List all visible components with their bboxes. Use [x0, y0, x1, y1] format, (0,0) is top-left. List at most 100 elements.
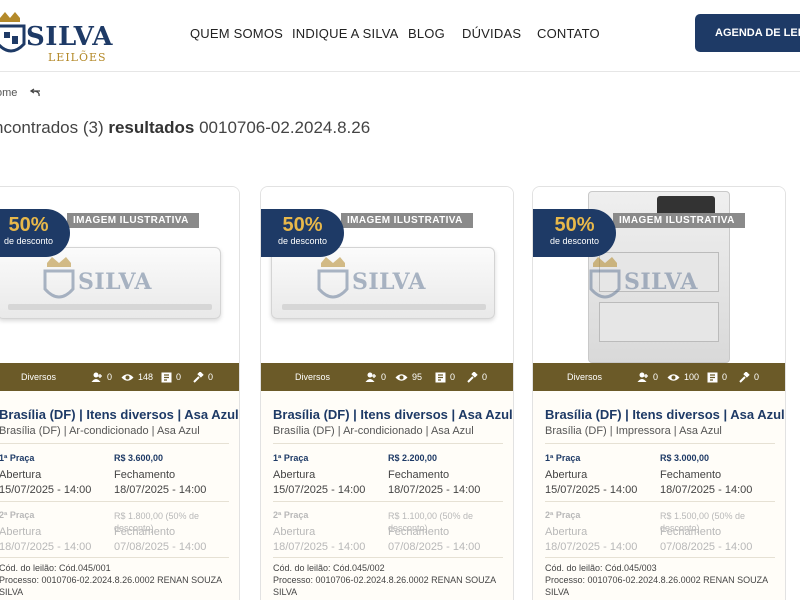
brand-name: SILVA — [26, 22, 113, 52]
results-label: resultados — [108, 118, 195, 137]
divider — [273, 501, 503, 502]
lot-card[interactable]: SILVA IMAGEM ILUSTRATIVA 50% de desconto… — [532, 186, 786, 600]
abertura-label: Abertura — [545, 469, 588, 481]
agenda-button[interactable]: AGENDA DE LEILÕES — [695, 14, 800, 52]
gavel-icon — [467, 371, 478, 383]
discount-label: de desconto — [277, 236, 328, 246]
results-count: ncontrados (3) — [0, 118, 104, 137]
lot-details: Brasília (DF) | Itens diversos | Asa Azu… — [0, 391, 239, 600]
lot-title[interactable]: Brasília (DF) | Itens diversos | Asa Azu… — [545, 407, 785, 422]
stat-bar: Diversos 0 95 0 0 — [261, 363, 513, 391]
eye-icon — [667, 373, 680, 381]
praca1-label: 1ª Praça — [545, 453, 581, 463]
divider — [0, 501, 229, 502]
lot-image[interactable]: SILVA IMAGEM ILUSTRATIVA 50% de desconto — [261, 187, 513, 363]
praca1-value: R$ 2.200,00 — [388, 453, 438, 463]
back-arrow-icon[interactable] — [29, 88, 41, 98]
fechamento2-date: 07/08/2025 - 14:00 — [114, 541, 207, 553]
lot-image[interactable]: SILVA IMAGEM ILUSTRATIVA 50% de desconto — [533, 187, 785, 363]
views-count: 148 — [138, 372, 154, 382]
lot-card[interactable]: SILVA IMAGEM ILUSTRATIVA 50% de desconto… — [0, 186, 240, 600]
divider — [0, 443, 229, 444]
fechamento2-label: Fechamento — [114, 526, 176, 538]
fechamento2-label: Fechamento — [660, 526, 722, 538]
lot-details: Brasília (DF) | Itens diversos | Asa Azu… — [261, 391, 513, 600]
discount-percent: 50% — [8, 214, 49, 236]
auction-code: Cód. do leilão: Cód.045/001 — [0, 563, 111, 573]
eye-icon — [121, 373, 134, 381]
lot-title[interactable]: Brasília (DF) | Itens diversos | Asa Azu… — [0, 407, 239, 422]
auction-code: Cód. do leilão: Cód.045/003 — [545, 563, 657, 573]
discount-badge: 50% de desconto — [261, 209, 344, 257]
lot-title[interactable]: Brasília (DF) | Itens diversos | Asa Azu… — [273, 407, 513, 422]
docs-stat: 0 — [161, 372, 181, 383]
brand-sub: LEILÕES — [48, 51, 107, 64]
watermark-shield-icon — [589, 257, 621, 299]
abertura2-label: Abertura — [273, 526, 316, 538]
praca1-value: R$ 3.000,00 — [660, 453, 710, 463]
nav-indique[interactable]: INDIQUE A SILVA — [292, 26, 399, 41]
results-heading: ncontrados (3) resultados 0010706-02.202… — [0, 118, 370, 138]
discount-badge: 50% de desconto — [533, 209, 616, 257]
docs-count: 0 — [176, 372, 182, 382]
process-number: Processo: 0010706-02.2024.8.26.0002 RENA… — [273, 575, 497, 585]
category-label: Diversos — [295, 372, 331, 382]
document-icon — [435, 372, 446, 382]
fechamento-date: 18/07/2025 - 14:00 — [114, 484, 207, 496]
views-count: 95 — [412, 372, 423, 382]
discount-label: de desconto — [3, 236, 54, 246]
praca2-label: 2ª Praça — [0, 510, 35, 520]
stat-bar: Diversos 0 148 0 0 — [0, 363, 239, 391]
hammer-count: 0 — [754, 372, 760, 382]
discount-percent: 50% — [282, 214, 323, 236]
fechamento-label: Fechamento — [114, 469, 176, 481]
lot-subtitle: Brasília (DF) | Impressora | Asa Azul — [545, 425, 722, 437]
gavel-icon — [193, 371, 204, 383]
image-banner: IMAGEM ILUSTRATIVA — [341, 213, 473, 228]
user-plus-icon — [365, 372, 376, 382]
nav-blog[interactable]: BLOG — [408, 26, 445, 41]
divider — [273, 557, 503, 558]
hammer-stat: 0 — [467, 371, 487, 383]
watermark-text: SILVA — [624, 269, 698, 295]
divider — [0, 557, 229, 558]
lot-subtitle: Brasília (DF) | Ar-condicionado | Asa Az… — [273, 425, 474, 437]
praca1-label: 1ª Praça — [273, 453, 309, 463]
lot-details: Brasília (DF) | Itens diversos | Asa Azu… — [533, 391, 785, 600]
discount-percent: 50% — [554, 214, 595, 236]
views-stat: 148 — [121, 372, 153, 382]
site-header: SILVA LEILÕES QUEM SOMOS INDIQUE A SILVA… — [0, 0, 800, 72]
hammer-stat: 0 — [193, 371, 213, 383]
watermark-shield-icon — [317, 257, 349, 299]
nav-contato[interactable]: CONTATO — [537, 26, 600, 41]
lot-card[interactable]: SILVA IMAGEM ILUSTRATIVA 50% de desconto… — [260, 186, 514, 600]
discount-label: de desconto — [549, 236, 600, 246]
image-banner: IMAGEM ILUSTRATIVA — [67, 213, 199, 228]
abertura-date: 15/07/2025 - 14:00 — [545, 484, 638, 496]
bids-count: 0 — [107, 372, 113, 382]
docs-count: 0 — [722, 372, 728, 382]
process-owner: SILVA — [0, 587, 24, 597]
stat-bar: Diversos 0 100 0 0 — [533, 363, 785, 391]
logo[interactable]: SILVA LEILÕES — [0, 8, 112, 64]
user-plus-icon — [637, 372, 648, 382]
shield-logo-icon — [0, 12, 26, 53]
bids-stat: 0 — [91, 372, 112, 383]
bids-count: 0 — [653, 372, 659, 382]
breadcrumb: ome — [0, 87, 41, 99]
user-plus-icon — [91, 372, 102, 382]
category-label: Diversos — [21, 372, 57, 382]
hammer-stat: 0 — [739, 371, 760, 383]
praca2-label: 2ª Praça — [273, 510, 309, 520]
abertura2-label: Abertura — [0, 526, 42, 538]
nav-quem-somos[interactable]: QUEM SOMOS — [190, 26, 283, 41]
nav-duvidas[interactable]: DÚVIDAS — [462, 26, 521, 41]
fechamento-label: Fechamento — [660, 469, 722, 481]
abertura-date: 15/07/2025 - 14:00 — [273, 484, 366, 496]
breadcrumb-home[interactable]: ome — [0, 87, 17, 99]
docs-stat: 0 — [435, 372, 455, 383]
praca1-value: R$ 3.600,00 — [114, 453, 164, 463]
eye-icon — [395, 373, 408, 381]
lot-image[interactable]: SILVA IMAGEM ILUSTRATIVA 50% de desconto — [0, 187, 239, 363]
praca2-label: 2ª Praça — [545, 510, 581, 520]
